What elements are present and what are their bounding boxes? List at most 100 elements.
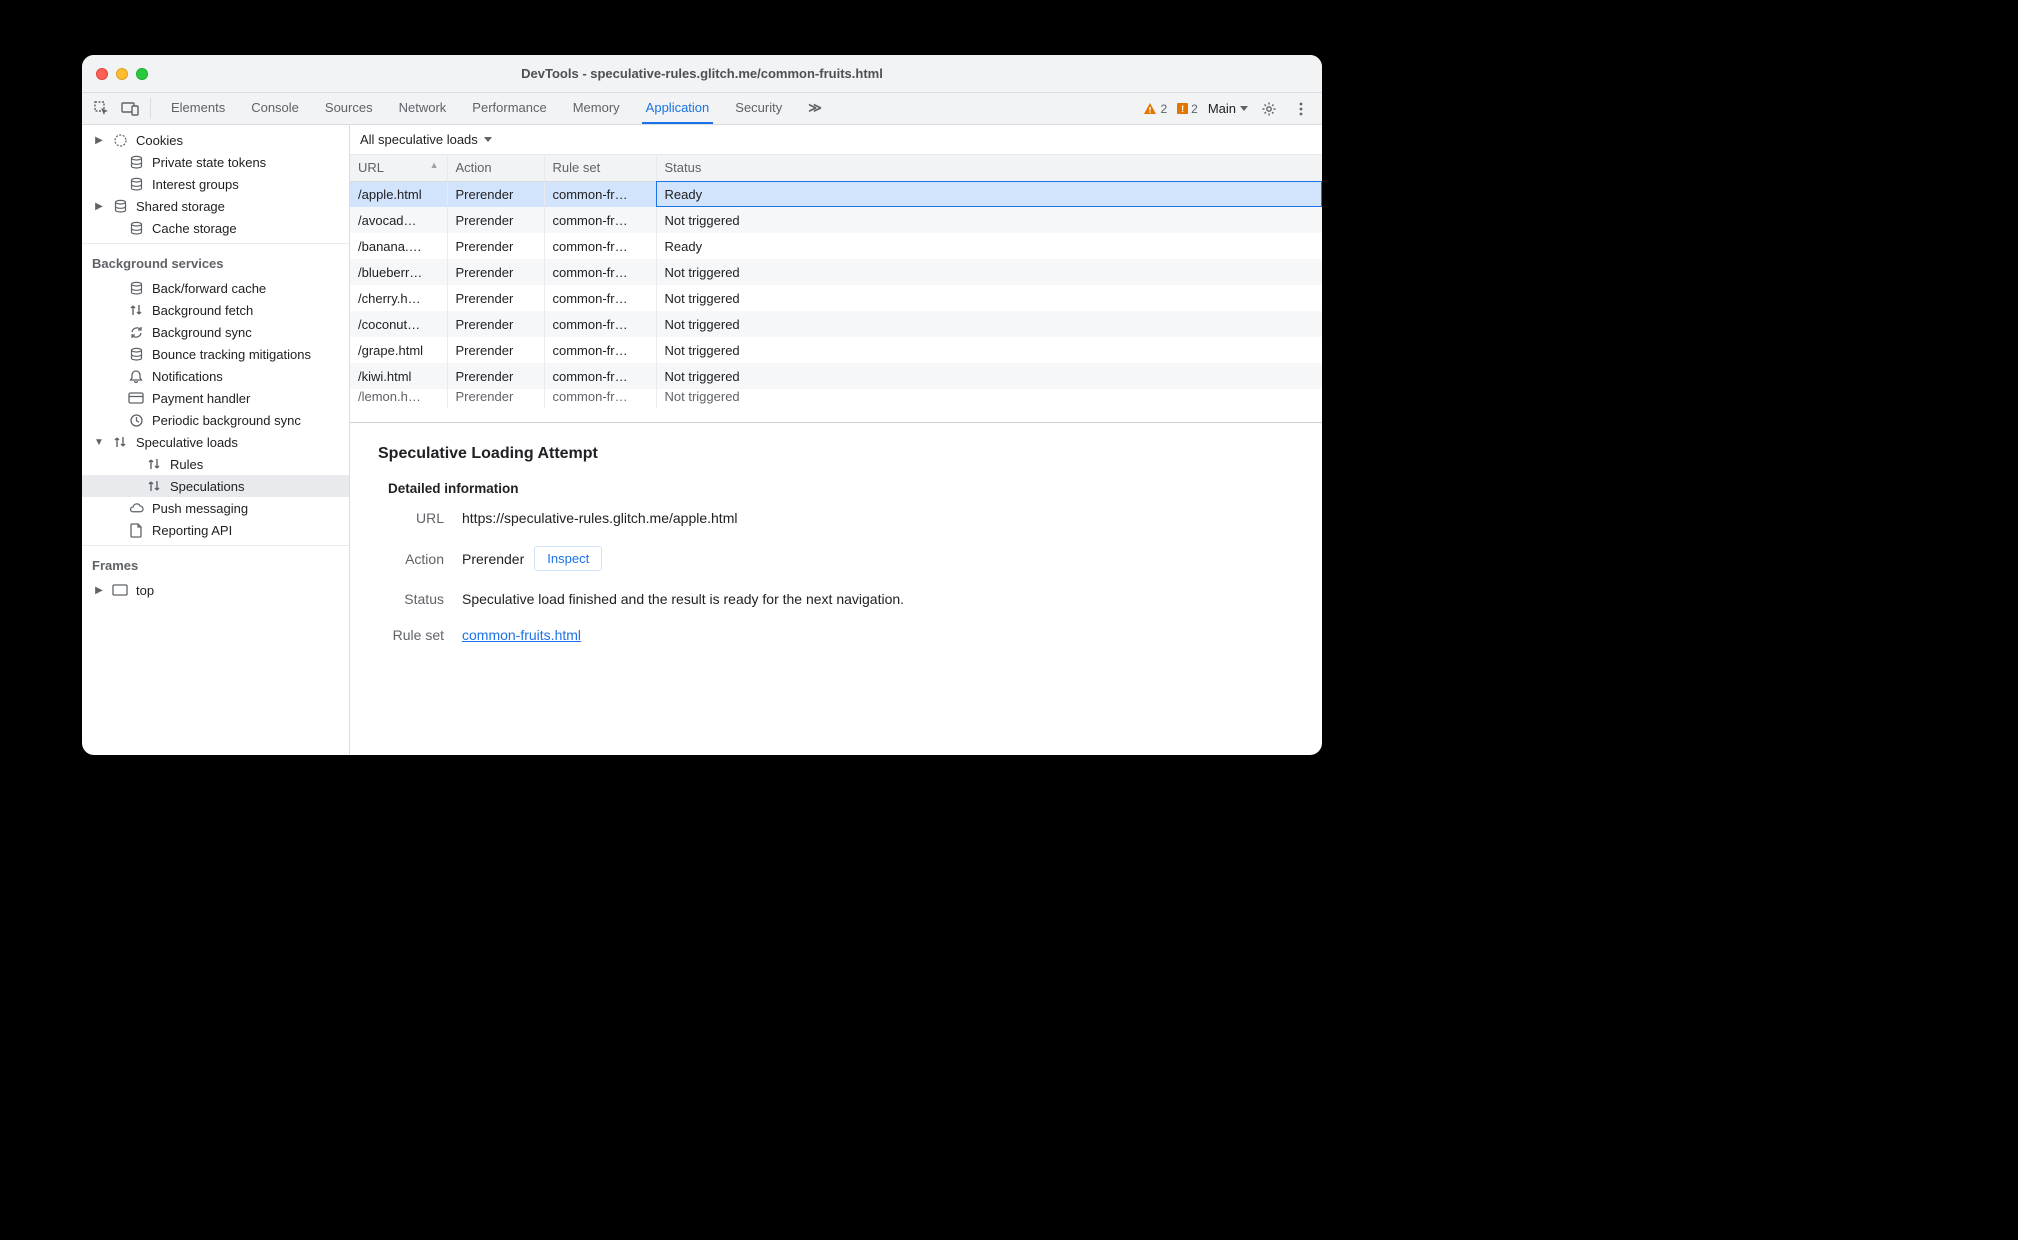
device-toolbar-icon[interactable]	[116, 93, 144, 124]
sidebar-item-payment-handler[interactable]: Payment handler	[82, 387, 349, 409]
issue-square-icon: !	[1177, 103, 1188, 114]
ruleset-link[interactable]: common-fruits.html	[462, 627, 581, 643]
sidebar-item-cookies[interactable]: ▶Cookies	[82, 129, 349, 151]
sidebar-item-interest-groups[interactable]: Interest groups	[82, 173, 349, 195]
cell-status: Not triggered	[656, 207, 1322, 233]
tab-console[interactable]: Console	[247, 93, 303, 124]
cell-url: /banana.…	[350, 233, 447, 259]
window-minimize-button[interactable]	[116, 68, 128, 80]
sidebar-item-rules[interactable]: Rules	[82, 453, 349, 475]
sidebar-item-shared-storage[interactable]: ▶Shared storage	[82, 195, 349, 217]
sidebar-item-notifications[interactable]: Notifications	[82, 365, 349, 387]
inspect-button[interactable]: Inspect	[534, 546, 602, 571]
sidebar-item-label: Bounce tracking mitigations	[152, 347, 311, 362]
table-row[interactable]: /grape.htmlPrerendercommon-fr…Not trigge…	[350, 337, 1322, 363]
cell-ruleset: common-fr…	[544, 389, 656, 408]
cell-ruleset: common-fr…	[544, 181, 656, 207]
sidebar-item-push-messaging[interactable]: Push messaging	[82, 497, 349, 519]
tab-performance[interactable]: Performance	[468, 93, 550, 124]
column-header-url[interactable]: URL▲	[350, 155, 447, 181]
window-close-button[interactable]	[96, 68, 108, 80]
tab-security[interactable]: Security	[731, 93, 786, 124]
sidebar-item-cache-storage[interactable]: Cache storage	[82, 217, 349, 239]
table-row[interactable]: /apple.htmlPrerendercommon-fr…Ready	[350, 181, 1322, 207]
inspect-element-icon[interactable]	[88, 93, 116, 124]
sidebar-item-periodic-background-sync[interactable]: Periodic background sync	[82, 409, 349, 431]
tab-sources[interactable]: Sources	[321, 93, 377, 124]
tab-application[interactable]: Application	[642, 93, 714, 124]
cell-ruleset: common-fr…	[544, 233, 656, 259]
table-row[interactable]: /coconut…Prerendercommon-fr…Not triggere…	[350, 311, 1322, 337]
speculative-loads-filter[interactable]: All speculative loads	[350, 125, 1322, 155]
sidebar-item-back-forward-cache[interactable]: Back/forward cache	[82, 277, 349, 299]
details-status-value: Speculative load finished and the result…	[462, 591, 904, 607]
tab-network[interactable]: Network	[395, 93, 451, 124]
db-icon	[128, 154, 144, 170]
updown-icon	[128, 302, 144, 318]
cell-ruleset: common-fr…	[544, 207, 656, 233]
chevron-right-icon[interactable]: ▶	[94, 135, 104, 146]
sidebar-item-background-sync[interactable]: Background sync	[82, 321, 349, 343]
table-row[interactable]: /avocad…Prerendercommon-fr…Not triggered	[350, 207, 1322, 233]
table-row[interactable]: /lemon.h…Prerendercommon-fr…Not triggere…	[350, 389, 1322, 408]
sort-asc-icon: ▲	[430, 160, 439, 170]
sidebar-item-speculative-loads[interactable]: ▼ Speculative loads	[82, 431, 349, 453]
caret-down-icon	[1240, 106, 1248, 111]
chevron-right-icon[interactable]: ▶	[94, 585, 104, 596]
cell-status: Ready	[656, 181, 1322, 207]
speculation-details: Speculative Loading Attempt Detailed inf…	[350, 423, 1322, 755]
db-icon	[128, 220, 144, 236]
table-row[interactable]: /banana.…Prerendercommon-fr…Ready	[350, 233, 1322, 259]
sidebar-item-background-fetch[interactable]: Background fetch	[82, 299, 349, 321]
tab-elements[interactable]: Elements	[167, 93, 229, 124]
titlebar: DevTools - speculative-rules.glitch.me/c…	[82, 55, 1322, 93]
db-icon	[128, 176, 144, 192]
cell-action: Prerender	[447, 259, 544, 285]
panel-tabs: Elements Console Sources Network Perform…	[167, 93, 824, 124]
sidebar-item-label: Private state tokens	[152, 155, 266, 170]
cloud-icon	[128, 500, 144, 516]
updown-icon	[146, 456, 162, 472]
column-header-ruleset[interactable]: Rule set	[544, 155, 656, 181]
sidebar-item-label: Notifications	[152, 369, 223, 384]
sidebar-item-label: Reporting API	[152, 523, 232, 538]
column-header-status[interactable]: Status	[656, 155, 1322, 181]
cell-action: Prerender	[447, 389, 544, 408]
cell-url: /cherry.h…	[350, 285, 447, 311]
tabs-overflow-button[interactable]: ≫	[804, 93, 824, 124]
chevron-right-icon[interactable]: ▶	[94, 201, 104, 212]
sidebar-item-bounce-tracking-mitigations[interactable]: Bounce tracking mitigations	[82, 343, 349, 365]
chevron-down-icon[interactable]: ▼	[94, 437, 104, 448]
tab-memory[interactable]: Memory	[569, 93, 624, 124]
issues-badge[interactable]: ! 2	[1177, 102, 1198, 116]
window-controls	[82, 68, 148, 80]
sidebar-item-reporting-api[interactable]: Reporting API	[82, 519, 349, 541]
sidebar-item-label: Interest groups	[152, 177, 239, 192]
sidebar-item-label: Back/forward cache	[152, 281, 266, 296]
sidebar-section-background-services: Background services	[82, 248, 349, 277]
console-warnings-badge[interactable]: 2	[1143, 102, 1167, 116]
cell-url: /coconut…	[350, 311, 447, 337]
more-options-button[interactable]	[1290, 101, 1312, 117]
cell-url: /kiwi.html	[350, 363, 447, 389]
sidebar-item-top[interactable]: ▶top	[82, 579, 349, 601]
label-status: Status	[388, 591, 444, 607]
filter-label: All speculative loads	[360, 132, 478, 147]
sidebar-item-speculations[interactable]: Speculations	[82, 475, 349, 497]
table-row[interactable]: /blueberr…Prerendercommon-fr…Not trigger…	[350, 259, 1322, 285]
issues-count: 2	[1191, 102, 1198, 116]
target-selector[interactable]: Main	[1208, 101, 1248, 116]
cell-status: Not triggered	[656, 311, 1322, 337]
application-sidebar: ▶Cookies Private state tokens Interest gro…	[82, 125, 350, 755]
details-subheading: Detailed information	[388, 481, 1298, 496]
table-row[interactable]: /cherry.h…Prerendercommon-fr…Not trigger…	[350, 285, 1322, 311]
settings-button[interactable]	[1258, 101, 1280, 117]
sidebar-item-private-state-tokens[interactable]: Private state tokens	[82, 151, 349, 173]
details-url-value: https://speculative-rules.glitch.me/appl…	[462, 510, 737, 526]
window-zoom-button[interactable]	[136, 68, 148, 80]
cell-action: Prerender	[447, 337, 544, 363]
column-header-action[interactable]: Action	[447, 155, 544, 181]
db-icon	[128, 280, 144, 296]
sidebar-item-label: Speculative loads	[136, 435, 238, 450]
table-row[interactable]: /kiwi.htmlPrerendercommon-fr…Not trigger…	[350, 363, 1322, 389]
